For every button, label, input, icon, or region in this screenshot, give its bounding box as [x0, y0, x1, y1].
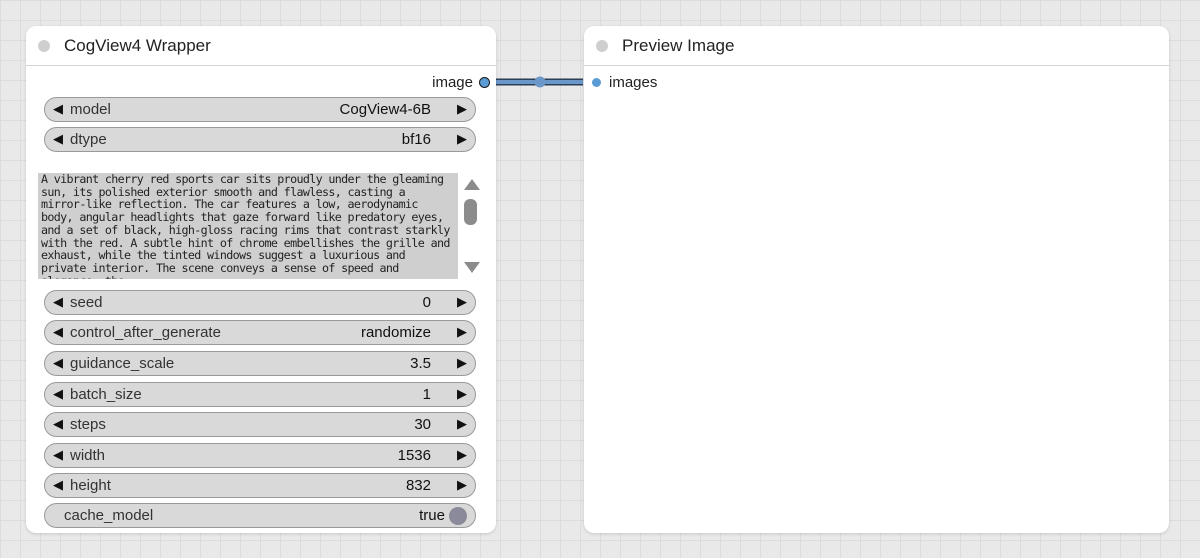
decrement-arrow-icon[interactable]: ◀ — [53, 386, 63, 402]
widget-value: bf16 — [401, 131, 431, 148]
widget-label: batch_size — [70, 386, 142, 403]
widget-value: true — [419, 507, 445, 524]
output-slot-label: image — [432, 73, 473, 91]
increment-arrow-icon[interactable]: ▶ — [457, 416, 467, 432]
input-slot-label: images — [609, 73, 658, 91]
input-slot-images[interactable]: images — [592, 73, 657, 91]
widget-value: 0 — [422, 294, 431, 311]
decrement-arrow-icon[interactable]: ◀ — [53, 416, 63, 432]
increment-arrow-icon[interactable]: ▶ — [457, 386, 467, 402]
preview-image-node[interactable]: Preview Image images — [584, 26, 1169, 533]
widget-label: control_after_generate — [70, 324, 221, 341]
node-title: Preview Image — [622, 36, 735, 55]
steps-number[interactable]: ◀ steps 30 ▶ — [44, 412, 476, 437]
widget-label: width — [70, 447, 106, 464]
output-port-icon[interactable] — [479, 76, 490, 88]
increment-arrow-icon[interactable]: ▶ — [457, 324, 467, 340]
widget-label: model — [70, 101, 111, 118]
widget-value: 1 — [422, 386, 431, 403]
widget-value: randomize — [360, 324, 431, 341]
input-port-icon[interactable] — [592, 77, 601, 87]
increment-arrow-icon[interactable]: ▶ — [457, 447, 467, 463]
decrement-arrow-icon[interactable]: ◀ — [53, 324, 63, 340]
increment-arrow-icon[interactable]: ▶ — [457, 355, 467, 371]
cogview4-wrapper-node[interactable]: CogView4 Wrapper image ◀ model CogView4-… — [26, 26, 496, 533]
prompt-text: A vibrant cherry red sports car sits pro… — [38, 173, 458, 279]
widget-label: steps — [70, 416, 106, 433]
widget-label: guidance_scale — [70, 355, 175, 372]
increment-arrow-icon[interactable]: ▶ — [457, 294, 467, 310]
scroll-up-arrow-icon[interactable] — [464, 179, 480, 190]
dtype-combo[interactable]: ◀ dtype bf16 ▶ — [44, 127, 476, 152]
collapse-dot-icon[interactable] — [596, 40, 608, 52]
decrement-arrow-icon[interactable]: ◀ — [53, 447, 63, 463]
collapse-dot-icon[interactable] — [38, 40, 50, 52]
prompt-textarea[interactable]: A vibrant cherry red sports car sits pro… — [38, 173, 458, 279]
node-title: CogView4 Wrapper — [64, 36, 211, 55]
increment-arrow-icon[interactable]: ▶ — [457, 131, 467, 147]
width-number[interactable]: ◀ width 1536 ▶ — [44, 443, 476, 468]
widget-value: 832 — [405, 477, 431, 494]
decrement-arrow-icon[interactable]: ◀ — [53, 131, 63, 147]
widget-value: 3.5 — [410, 355, 431, 372]
scrollbar-thumb[interactable] — [464, 199, 477, 225]
decrement-arrow-icon[interactable]: ◀ — [53, 294, 63, 310]
increment-arrow-icon[interactable]: ▶ — [457, 101, 467, 117]
decrement-arrow-icon[interactable]: ◀ — [53, 101, 63, 117]
seed-number[interactable]: ◀ seed 0 ▶ — [44, 290, 476, 315]
decrement-arrow-icon[interactable]: ◀ — [53, 355, 63, 371]
cache-model-toggle[interactable]: cache_model true — [44, 503, 476, 528]
model-combo[interactable]: ◀ model CogView4-6B ▶ — [44, 97, 476, 122]
toggle-knob-icon[interactable] — [449, 507, 467, 525]
decrement-arrow-icon[interactable]: ◀ — [53, 477, 63, 493]
control-after-generate-combo[interactable]: ◀ control_after_generate randomize ▶ — [44, 320, 476, 345]
increment-arrow-icon[interactable]: ▶ — [457, 477, 467, 493]
widget-label: dtype — [70, 131, 107, 148]
widget-label: cache_model — [64, 507, 154, 524]
guidance-scale-number[interactable]: ◀ guidance_scale 3.5 ▶ — [44, 351, 476, 376]
widget-value: CogView4-6B — [339, 101, 431, 118]
widget-value: 1536 — [397, 447, 431, 464]
widget-label: seed — [70, 294, 103, 311]
widget-value: 30 — [414, 416, 431, 433]
scroll-down-arrow-icon[interactable] — [464, 262, 480, 273]
node-header[interactable]: CogView4 Wrapper — [26, 26, 496, 66]
height-number[interactable]: ◀ height 832 ▶ — [44, 473, 476, 498]
output-slot-image[interactable]: image — [432, 73, 490, 91]
batch-size-number[interactable]: ◀ batch_size 1 ▶ — [44, 382, 476, 407]
widget-label: height — [70, 477, 111, 494]
node-header[interactable]: Preview Image — [584, 26, 1169, 66]
